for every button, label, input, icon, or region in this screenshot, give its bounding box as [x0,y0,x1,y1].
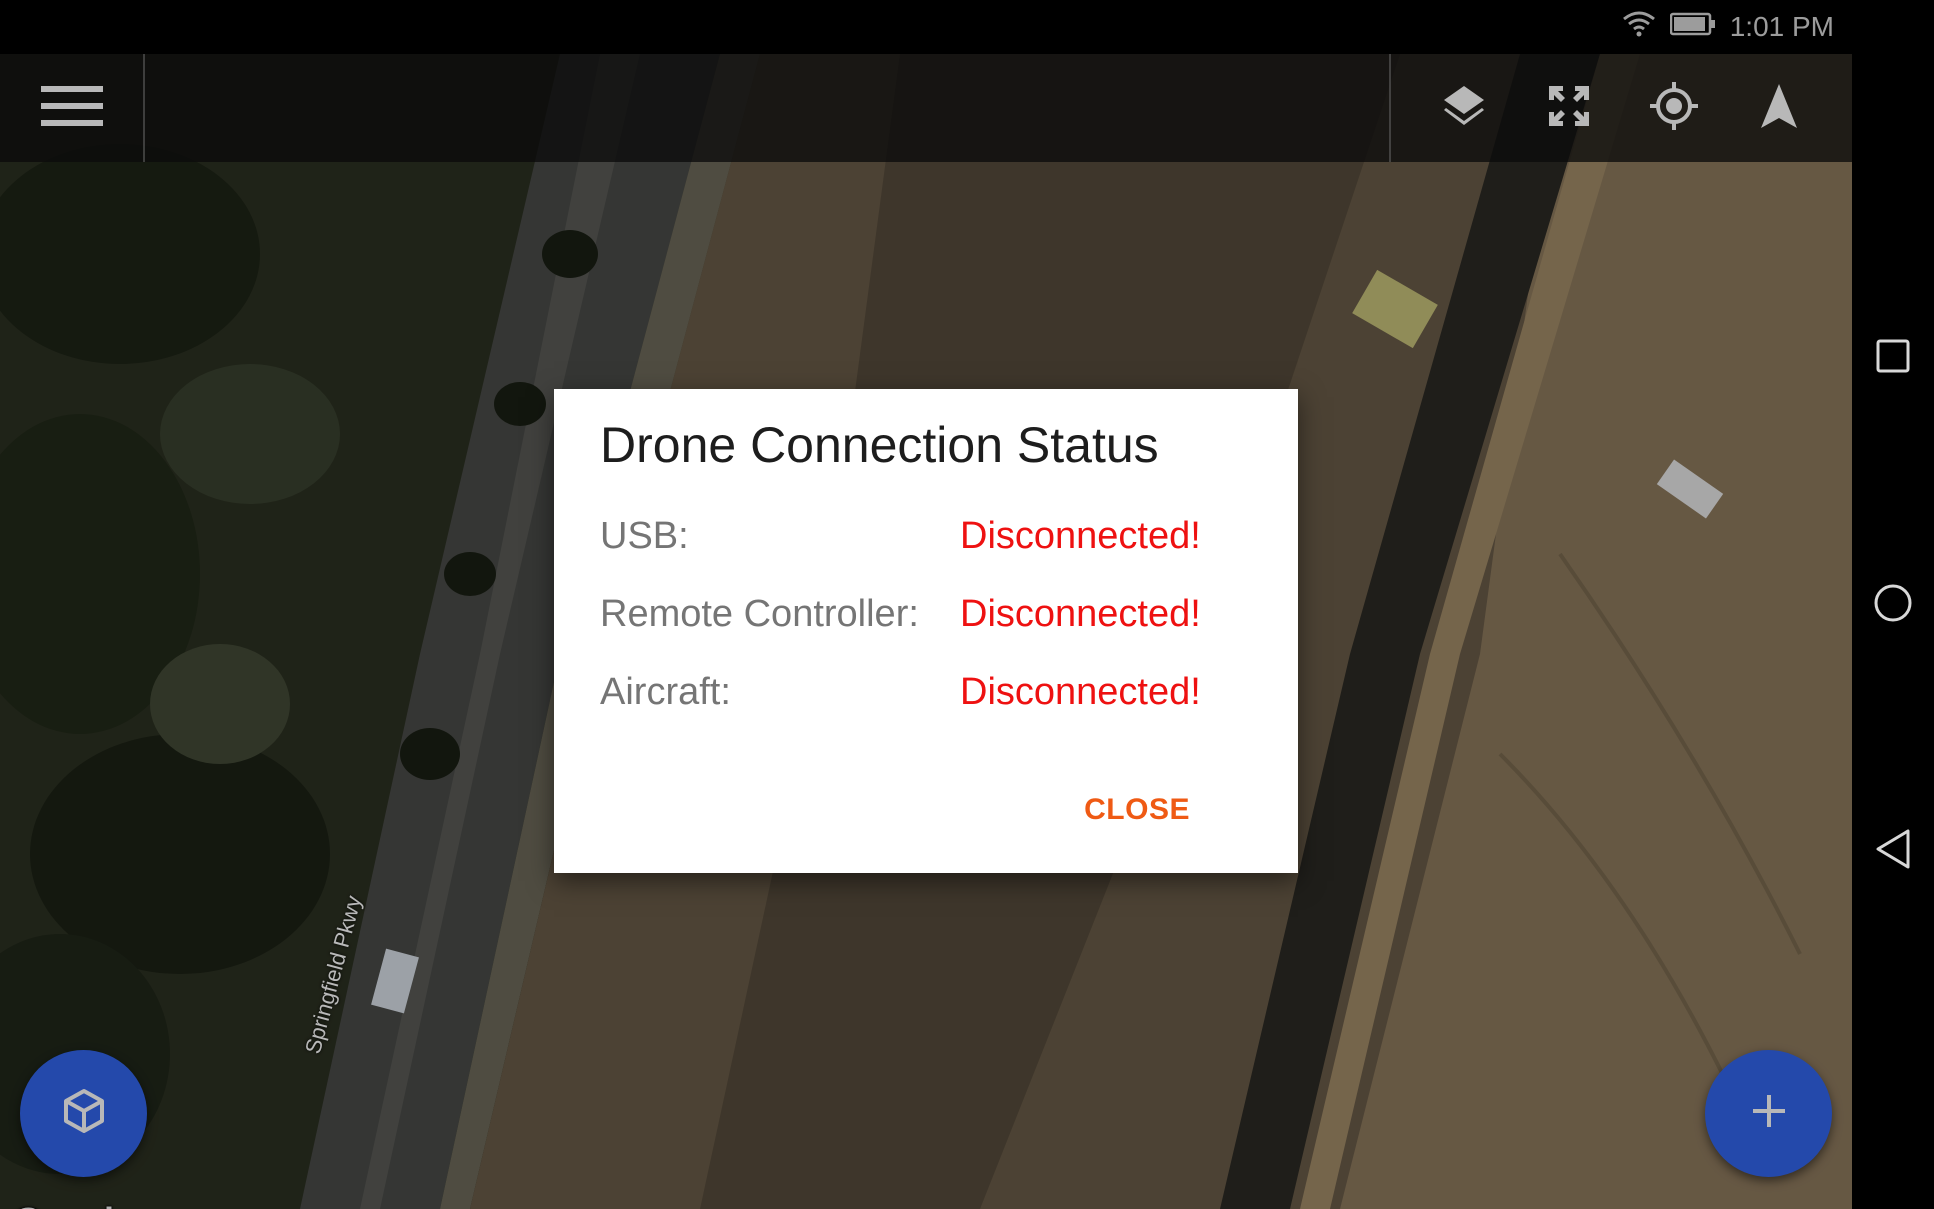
back-triangle-icon [1874,828,1912,875]
status-value: Disconnected! [960,514,1201,557]
close-button[interactable]: CLOSE [1072,785,1202,835]
status-label: Remote Controller: [600,592,919,635]
status-value: Disconnected! [960,592,1201,635]
screen: 1:01 PM Springfield Pkwy Drone Connectio… [0,0,1934,1209]
recents-square-icon [1875,338,1911,379]
status-row-aircraft: Aircraft: Disconnected! [600,653,1252,731]
system-nav-bar [1852,0,1934,1209]
connection-status-dialog: Drone Connection Status USB: Disconnecte… [554,389,1298,873]
status-value: Disconnected! [960,670,1201,713]
status-row-remote-controller: Remote Controller: Disconnected! [600,575,1252,653]
status-label: Aircraft: [600,670,731,713]
back-button[interactable] [1868,826,1918,876]
dialog-actions: CLOSE [1072,785,1202,835]
status-row-usb: USB: Disconnected! [600,497,1252,575]
home-circle-icon [1873,583,1913,628]
status-label: USB: [600,514,689,557]
dialog-title: Drone Connection Status [600,417,1159,473]
recents-button[interactable] [1868,333,1918,383]
home-button[interactable] [1868,580,1918,630]
